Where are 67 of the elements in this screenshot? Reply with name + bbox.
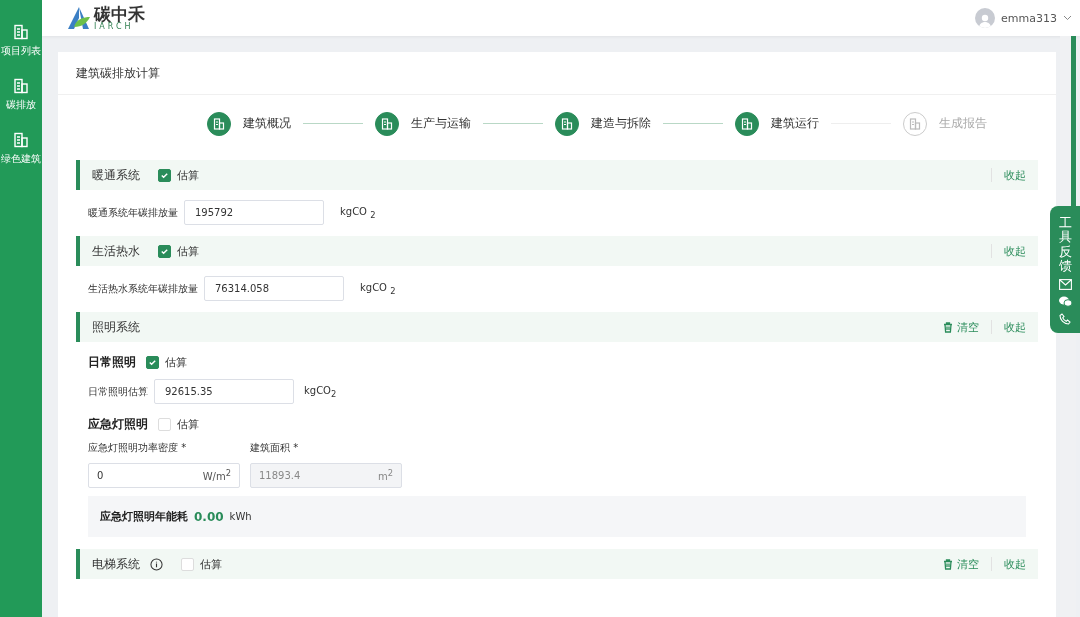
collapse-button[interactable]: 收起 <box>992 556 1026 572</box>
chat-icon[interactable] <box>1058 296 1072 308</box>
step[interactable]: 建筑概况 <box>207 111 291 136</box>
subsection-title: 应急灯照明 <box>88 416 148 433</box>
result-label: 应急灯照明年能耗 <box>100 509 188 524</box>
field-label: 生活热水系统年碳排放量 <box>88 281 198 296</box>
clear-button[interactable]: 清空 <box>931 319 979 335</box>
building-icon <box>381 117 393 130</box>
checkmark-icon <box>160 170 169 180</box>
phone-icon[interactable] <box>1059 313 1071 326</box>
info-icon <box>150 557 163 571</box>
field-value: 0 <box>97 470 104 481</box>
unit-label: kgCO$_{2}$ <box>304 384 337 396</box>
estimate-checkbox[interactable]: 估算 <box>158 417 199 432</box>
building-icon <box>741 117 753 130</box>
subsection-title: 日常照明 <box>88 354 136 371</box>
section-title: 照明系统 <box>92 318 140 336</box>
collapse-button[interactable]: 收起 <box>992 167 1026 183</box>
input-field[interactable]: 0 W/m$^{2}$ <box>88 463 240 488</box>
unit-label: W/m$^{2}$ <box>202 468 231 483</box>
estimate-checkbox[interactable]: 估算 <box>158 243 199 259</box>
logo-icon <box>68 7 92 29</box>
field-label: 应急灯照明功率密度 * <box>88 441 188 455</box>
chevron-down-icon <box>1063 15 1072 21</box>
trash-icon <box>943 558 953 570</box>
step[interactable]: 生产与运输 <box>375 111 471 136</box>
section-title: 暖通系统 <box>92 166 140 184</box>
page-title: 建筑碳排放计算 <box>58 52 1056 95</box>
unit-label: kgCO $_{2}$ <box>360 281 396 296</box>
feedback-tab[interactable]: 工具反馈 <box>1050 206 1080 334</box>
building-icon <box>909 117 921 130</box>
unit-label: kgCO $_{2}$ <box>340 205 376 220</box>
result-value: 0.00 <box>194 509 224 524</box>
sidebar-item[interactable]: 绿色建筑 <box>0 132 42 166</box>
estimate-checkbox[interactable]: 估算 <box>181 556 222 572</box>
section-title: 生活热水 <box>92 242 140 260</box>
field-label: 暖通系统年碳排放量 <box>88 205 178 220</box>
trash-icon <box>943 321 953 333</box>
collapse-button[interactable]: 收起 <box>992 243 1026 259</box>
unit-label: kWh <box>229 511 252 522</box>
building-icon <box>213 117 225 130</box>
sidebar-item[interactable]: 碳排放 <box>0 78 42 112</box>
checkmark-icon <box>148 358 157 367</box>
avatar-icon <box>975 8 996 28</box>
field-label: 建筑面积 * <box>250 441 300 455</box>
input-field[interactable]: 92615.35 <box>154 379 294 404</box>
sidebar-item[interactable]: 项目列表 <box>0 24 42 58</box>
estimate-checkbox[interactable]: 估算 <box>158 167 199 183</box>
step[interactable]: 建筑运行 <box>735 111 819 136</box>
clear-button[interactable]: 清空 <box>931 556 979 572</box>
checkmark-icon <box>160 246 169 256</box>
mail-icon[interactable] <box>1058 279 1072 291</box>
input-field[interactable]: 76314.058 <box>204 276 344 301</box>
building-icon <box>13 78 29 94</box>
input-field[interactable]: 195792 <box>184 200 324 225</box>
unit-label: m$^{2}$ <box>377 468 393 483</box>
building-icon <box>561 117 573 130</box>
building-icon <box>13 132 29 148</box>
building-icon <box>13 24 29 40</box>
field-label: 日常照明估算 <box>88 384 148 399</box>
logo-subtitle: IARCH <box>94 22 134 31</box>
step[interactable]: 建造与拆除 <box>555 111 651 136</box>
user-menu[interactable]: emma313 <box>975 8 1072 28</box>
collapse-button[interactable]: 收起 <box>992 319 1026 335</box>
logo-text: 碳中禾 <box>94 5 145 23</box>
estimate-checkbox[interactable]: 估算 <box>146 355 187 370</box>
section-title: 电梯系统 <box>92 555 140 573</box>
